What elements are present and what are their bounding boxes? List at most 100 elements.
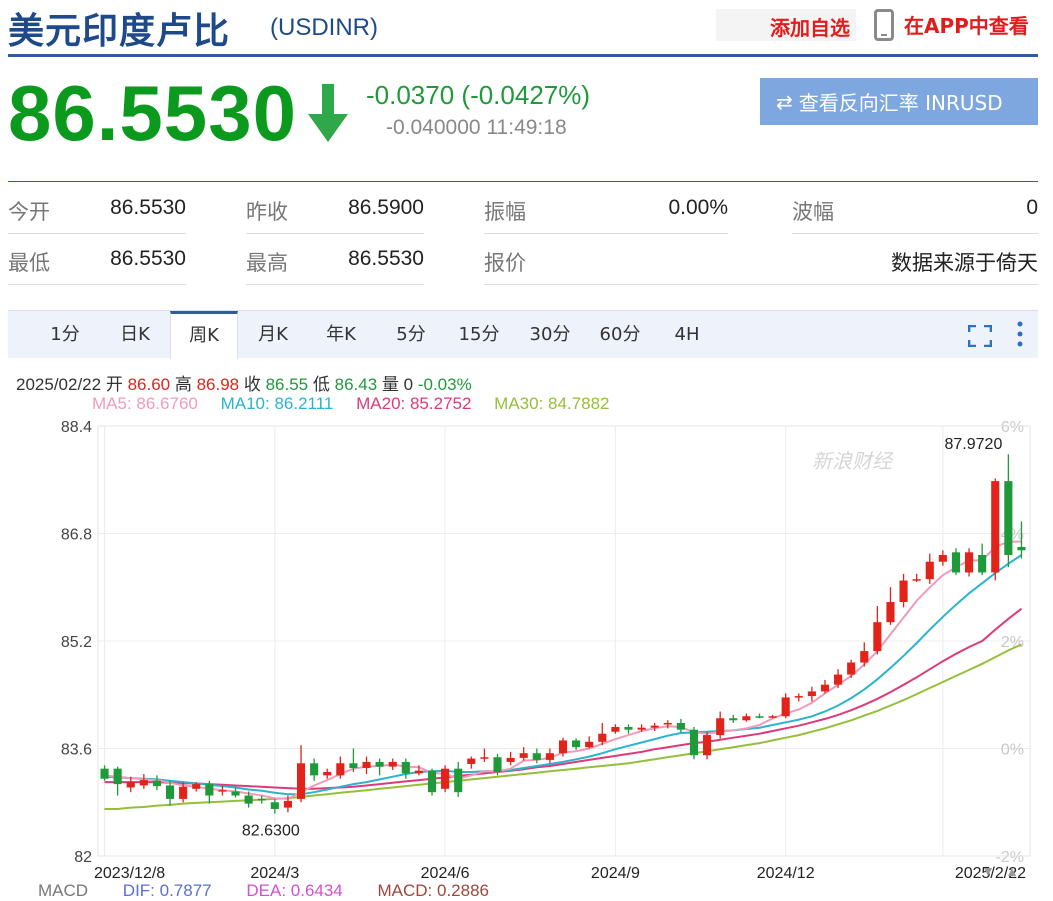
candle xyxy=(454,768,463,793)
more-options-icon[interactable] xyxy=(1016,321,1024,347)
candle xyxy=(126,782,135,788)
candle xyxy=(231,791,240,796)
pct-tick-label: -2% xyxy=(996,849,1024,866)
price-change: -0.0370 (-0.0427%) xyxy=(366,80,591,110)
candle xyxy=(847,662,856,675)
y-tick-label: 82 xyxy=(74,849,92,866)
macd-label: MACD xyxy=(38,881,89,900)
candle xyxy=(296,763,306,799)
candle xyxy=(100,768,109,779)
candle xyxy=(283,800,292,808)
down-arrow-icon xyxy=(308,84,348,142)
candle xyxy=(349,763,358,768)
candle xyxy=(205,784,214,796)
candle xyxy=(807,691,816,697)
candle xyxy=(624,727,633,730)
tab-yearly[interactable]: 年K xyxy=(314,311,368,358)
stat-divider xyxy=(484,233,728,234)
stat-label-range: 波幅 xyxy=(792,200,834,224)
currency-code: (USDINR) xyxy=(270,14,378,41)
stat-label-low: 最低 xyxy=(8,251,50,275)
stat-value-high: 86.5530 xyxy=(348,247,424,270)
reverse-rate-label: 查看反向汇率 INRUSD xyxy=(798,91,1003,115)
tab-weekly[interactable]: 周K xyxy=(170,311,238,359)
candle xyxy=(1017,546,1026,551)
x-tick-label: 2024/6 xyxy=(421,865,470,880)
candle xyxy=(218,790,227,792)
candle xyxy=(663,722,672,725)
tab-4h[interactable]: 4H xyxy=(660,311,714,358)
candle xyxy=(362,761,371,768)
tab-daily[interactable]: 日K xyxy=(108,311,162,358)
tab-60min[interactable]: 60分 xyxy=(590,311,650,358)
view-in-app-link[interactable]: 在APP中查看 xyxy=(904,10,1029,39)
candle xyxy=(323,772,332,776)
fullscreen-icon[interactable] xyxy=(968,325,992,347)
price-subline: -0.040000 11:49:18 xyxy=(386,116,567,140)
current-price: 86.5530 xyxy=(8,69,297,157)
stat-divider xyxy=(8,284,186,285)
candle xyxy=(611,727,620,732)
candle xyxy=(951,552,961,573)
candle xyxy=(755,716,764,718)
stat-value-open: 86.5530 xyxy=(110,196,186,219)
reverse-rate-button[interactable]: ⇄ 查看反向汇率 INRUSD xyxy=(760,78,1038,125)
ma5-line xyxy=(104,540,1022,800)
candle xyxy=(978,555,987,573)
candlestick-chart[interactable]: 88.486.885.283.6826%4%2%0%-2%新浪财经87.9720… xyxy=(0,410,1053,880)
page-title: 美元印度卢比 xyxy=(8,11,231,52)
y-tick-label: 88.4 xyxy=(61,419,92,436)
candle xyxy=(113,768,122,785)
x-tick-label: 2025/2/22 xyxy=(955,865,1026,880)
candle xyxy=(637,727,646,730)
add-watchlist-button[interactable]: 添加自选 xyxy=(716,9,856,41)
volume-value: 0 xyxy=(403,375,414,394)
low-label: 低 xyxy=(312,375,330,394)
volume-label: 量 xyxy=(381,375,399,394)
macd-dif: DIF: 0.7877 xyxy=(122,881,212,900)
tab-30min[interactable]: 30分 xyxy=(520,311,580,358)
candle xyxy=(519,753,528,758)
candle xyxy=(585,741,594,748)
low-value: 86.43 xyxy=(334,375,378,394)
pct-tick-label: 6% xyxy=(1001,419,1024,436)
candle xyxy=(768,716,777,718)
quote-time: 11:49:18 xyxy=(486,116,567,139)
candle xyxy=(781,697,790,717)
stat-label-quote: 报价 xyxy=(484,251,526,275)
candle xyxy=(179,786,188,799)
candle xyxy=(703,735,712,756)
candle xyxy=(532,753,541,760)
open-value: 86.60 xyxy=(127,375,171,394)
macd-readout: MACD DIF: 0.7877 DEA: 0.6434 MACD: 0.288… xyxy=(38,881,519,901)
candle xyxy=(558,740,568,754)
x-tick-label: 2024/3 xyxy=(250,865,299,880)
stat-divider xyxy=(484,284,1038,285)
tab-15min[interactable]: 15分 xyxy=(452,311,506,358)
candle xyxy=(414,770,423,774)
candle xyxy=(441,768,450,789)
candle xyxy=(388,761,397,767)
stat-divider xyxy=(8,233,186,234)
candle xyxy=(598,733,607,742)
tab-5min[interactable]: 5分 xyxy=(384,311,438,358)
sub-change: -0.040000 xyxy=(386,116,481,139)
stat-label-amplitude: 振幅 xyxy=(484,200,526,224)
candle xyxy=(834,674,843,685)
candle xyxy=(938,555,947,562)
pct-tick-label: 0% xyxy=(1001,742,1024,759)
candle xyxy=(375,761,384,767)
candle xyxy=(860,651,869,663)
candle xyxy=(925,561,934,580)
high-value: 86.98 xyxy=(196,375,240,394)
tab-1min[interactable]: 1分 xyxy=(38,311,92,358)
header-divider xyxy=(8,54,1038,57)
candle xyxy=(506,757,515,762)
candle xyxy=(716,718,725,736)
candle xyxy=(244,795,253,804)
max-price-label: 87.9720 xyxy=(945,436,1003,453)
ohlc-date: 2025/02/22 xyxy=(16,375,102,394)
candle xyxy=(572,740,581,748)
stat-label-open: 今开 xyxy=(8,200,50,224)
tab-monthly[interactable]: 月K xyxy=(246,311,300,358)
